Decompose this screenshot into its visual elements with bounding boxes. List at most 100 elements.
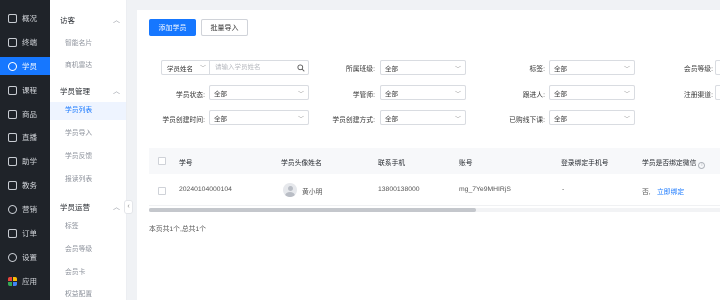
created-method-filter-select[interactable]: 全部 ﹀	[380, 110, 466, 125]
main-panel: 添加学员 批量导入 学员姓名﹀ 所属班级: 全部﹀ 标签: 全部﹀ 会员等级: …	[137, 10, 720, 300]
apps-icon	[8, 276, 17, 286]
tag-filter-select[interactable]: 全部 ﹀	[549, 60, 635, 75]
subnav-item-enrollment-list[interactable]: 报读列表	[50, 171, 126, 189]
student-subnav: 访客 ︿ 智能名片 商机雷达 学员管理 ︿ 学员列表 学员导入 学员反馈 报读列表 …	[50, 0, 127, 300]
status-filter-value: 全部	[214, 90, 227, 98]
subnav-item-member-card[interactable]: 会员卡	[50, 264, 126, 282]
rail-item-settings[interactable]: 设置	[0, 248, 50, 266]
search-type-select[interactable]: 学员姓名 ﹀	[162, 61, 210, 74]
batch-import-button[interactable]: 批量导入	[201, 19, 248, 36]
subnav-item-student-feedback[interactable]: 学员反馈	[50, 148, 126, 166]
class-filter-select[interactable]: 全部 ﹀	[380, 60, 466, 75]
status-filter-select[interactable]: 全部 ﹀	[209, 85, 309, 100]
rail-item-label: 概况	[22, 13, 37, 23]
bind-wechat-link[interactable]: 立即绑定	[657, 186, 684, 196]
rail-item-students[interactable]: 学员	[0, 57, 50, 75]
chevron-up-icon: ︿	[113, 204, 120, 211]
chevron-down-icon: ﹀	[454, 67, 461, 73]
study-help-icon	[8, 156, 17, 166]
select-all-checkbox[interactable]	[158, 157, 166, 165]
class-filter-label: 所属班级:	[345, 66, 375, 73]
cell-student-name[interactable]: 黄小明	[302, 186, 322, 196]
rail-item-label: 课程	[22, 85, 37, 95]
terminal-icon	[8, 37, 17, 47]
chevron-down-icon: ﹀	[623, 92, 630, 98]
column-header-wechat-label: 学员是否绑定微信	[642, 160, 697, 167]
rail-item-courses[interactable]: 课程	[0, 81, 50, 99]
subnav-item-member-level[interactable]: 会员等级	[50, 241, 126, 259]
table-header: 学号 学员头像姓名 联系手机 账号 登录绑定手机号 学员是否绑定微信 i	[149, 148, 720, 174]
column-header-bind-phone: 登录绑定手机号	[561, 160, 609, 167]
row-checkbox[interactable]	[158, 187, 166, 195]
rail-item-overview[interactable]: 概况	[0, 9, 50, 27]
follower-filter-label: 跟进人:	[522, 92, 545, 99]
subnav-group-student-operations[interactable]: 学员运营 ︿	[60, 202, 120, 213]
follower-filter-select[interactable]: 全部 ﹀	[549, 85, 635, 100]
user-icon	[8, 61, 17, 71]
main-nav-rail: 概况 终端 学员 课程 商品 直播 助学 教务 营销 订单 设置 应用	[0, 0, 50, 300]
chevron-down-icon: ﹀	[454, 92, 461, 98]
search-icon[interactable]	[294, 61, 308, 74]
course-icon	[8, 85, 17, 95]
created-method-filter-label: 学员创建方式:	[332, 117, 375, 124]
rail-item-apps[interactable]: 应用	[0, 272, 50, 290]
teacher-filter-value: 全部	[385, 90, 398, 98]
settings-icon	[8, 252, 17, 262]
rail-item-orders[interactable]: 订单	[0, 224, 50, 242]
subnav-item-student-list[interactable]: 学员列表	[50, 102, 126, 120]
marketing-icon	[8, 204, 17, 214]
cell-wechat-status: 否,	[642, 189, 651, 196]
subnav-item-smart-card[interactable]: 智能名片	[50, 35, 126, 53]
created-time-filter-value: 全部	[214, 115, 227, 123]
member-level-filter-label: 会员等级:	[683, 66, 713, 73]
subnav-item-benefit-config[interactable]: 权益配置	[50, 286, 126, 300]
cell-bind-phone: -	[562, 186, 565, 193]
chevron-up-icon: ︿	[113, 17, 120, 24]
add-student-button[interactable]: 添加学员	[149, 19, 196, 36]
search-type-value: 学员姓名	[167, 65, 193, 73]
rail-item-marketing[interactable]: 营销	[0, 200, 50, 218]
column-header-student-id: 学号	[179, 160, 193, 167]
column-header-phone: 联系手机	[378, 160, 406, 167]
subnav-group-student-management[interactable]: 学员管理 ︿	[60, 86, 120, 97]
channel-filter-select[interactable]	[715, 85, 720, 100]
horizontal-scrollbar-thumb[interactable]	[149, 208, 476, 212]
class-filter-value: 全部	[385, 65, 398, 73]
home-icon	[8, 13, 17, 23]
offline-course-filter-value: 全部	[554, 115, 567, 123]
subnav-group-visitors[interactable]: 访客 ︿	[60, 15, 120, 26]
follower-filter-value: 全部	[554, 90, 567, 98]
rail-item-label: 教务	[22, 180, 37, 190]
offline-course-filter-label: 已购线下课:	[509, 117, 545, 124]
student-search: 学员姓名 ﹀	[161, 60, 309, 75]
rail-item-label: 商品	[22, 109, 37, 119]
search-input[interactable]	[210, 61, 294, 74]
rail-item-live[interactable]: 直播	[0, 128, 50, 146]
subnav-item-tags[interactable]: 标签	[50, 218, 126, 236]
subnav-group-title: 学员运营	[60, 203, 90, 212]
rail-item-goods[interactable]: 商品	[0, 105, 50, 123]
rail-item-label: 终端	[22, 37, 37, 47]
chevron-down-icon: ﹀	[297, 92, 304, 98]
teacher-filter-select[interactable]: 全部 ﹀	[380, 85, 466, 100]
avatar	[283, 183, 297, 197]
table-row: 20240104000104 黄小明 13800138000 mg_7Ye9MH…	[149, 176, 720, 206]
member-level-filter-select[interactable]	[715, 60, 720, 75]
rail-item-label: 订单	[22, 228, 37, 238]
rail-item-terminal[interactable]: 终端	[0, 33, 50, 51]
column-header-avatar-name: 学员头像姓名	[281, 160, 322, 167]
created-time-filter-select[interactable]: 全部 ﹀	[209, 110, 309, 125]
offline-course-filter-select[interactable]: 全部 ﹀	[549, 110, 635, 125]
info-icon[interactable]: i	[698, 162, 706, 169]
subnav-item-opportunity-radar[interactable]: 商机雷达	[50, 57, 126, 75]
rail-item-academic[interactable]: 教务	[0, 176, 50, 194]
order-icon	[8, 228, 17, 238]
cell-account: mg_7Ye9MHIRjS	[459, 186, 511, 193]
subnav-item-student-import[interactable]: 学员导入	[50, 125, 126, 143]
collapse-sidebar-button[interactable]: ‹	[124, 200, 133, 214]
tag-filter-value: 全部	[554, 65, 567, 73]
rail-item-study-help[interactable]: 助学	[0, 152, 50, 170]
rail-item-label: 设置	[22, 252, 37, 262]
chevron-down-icon: ﹀	[297, 117, 304, 123]
chevron-down-icon: ﹀	[623, 117, 630, 123]
